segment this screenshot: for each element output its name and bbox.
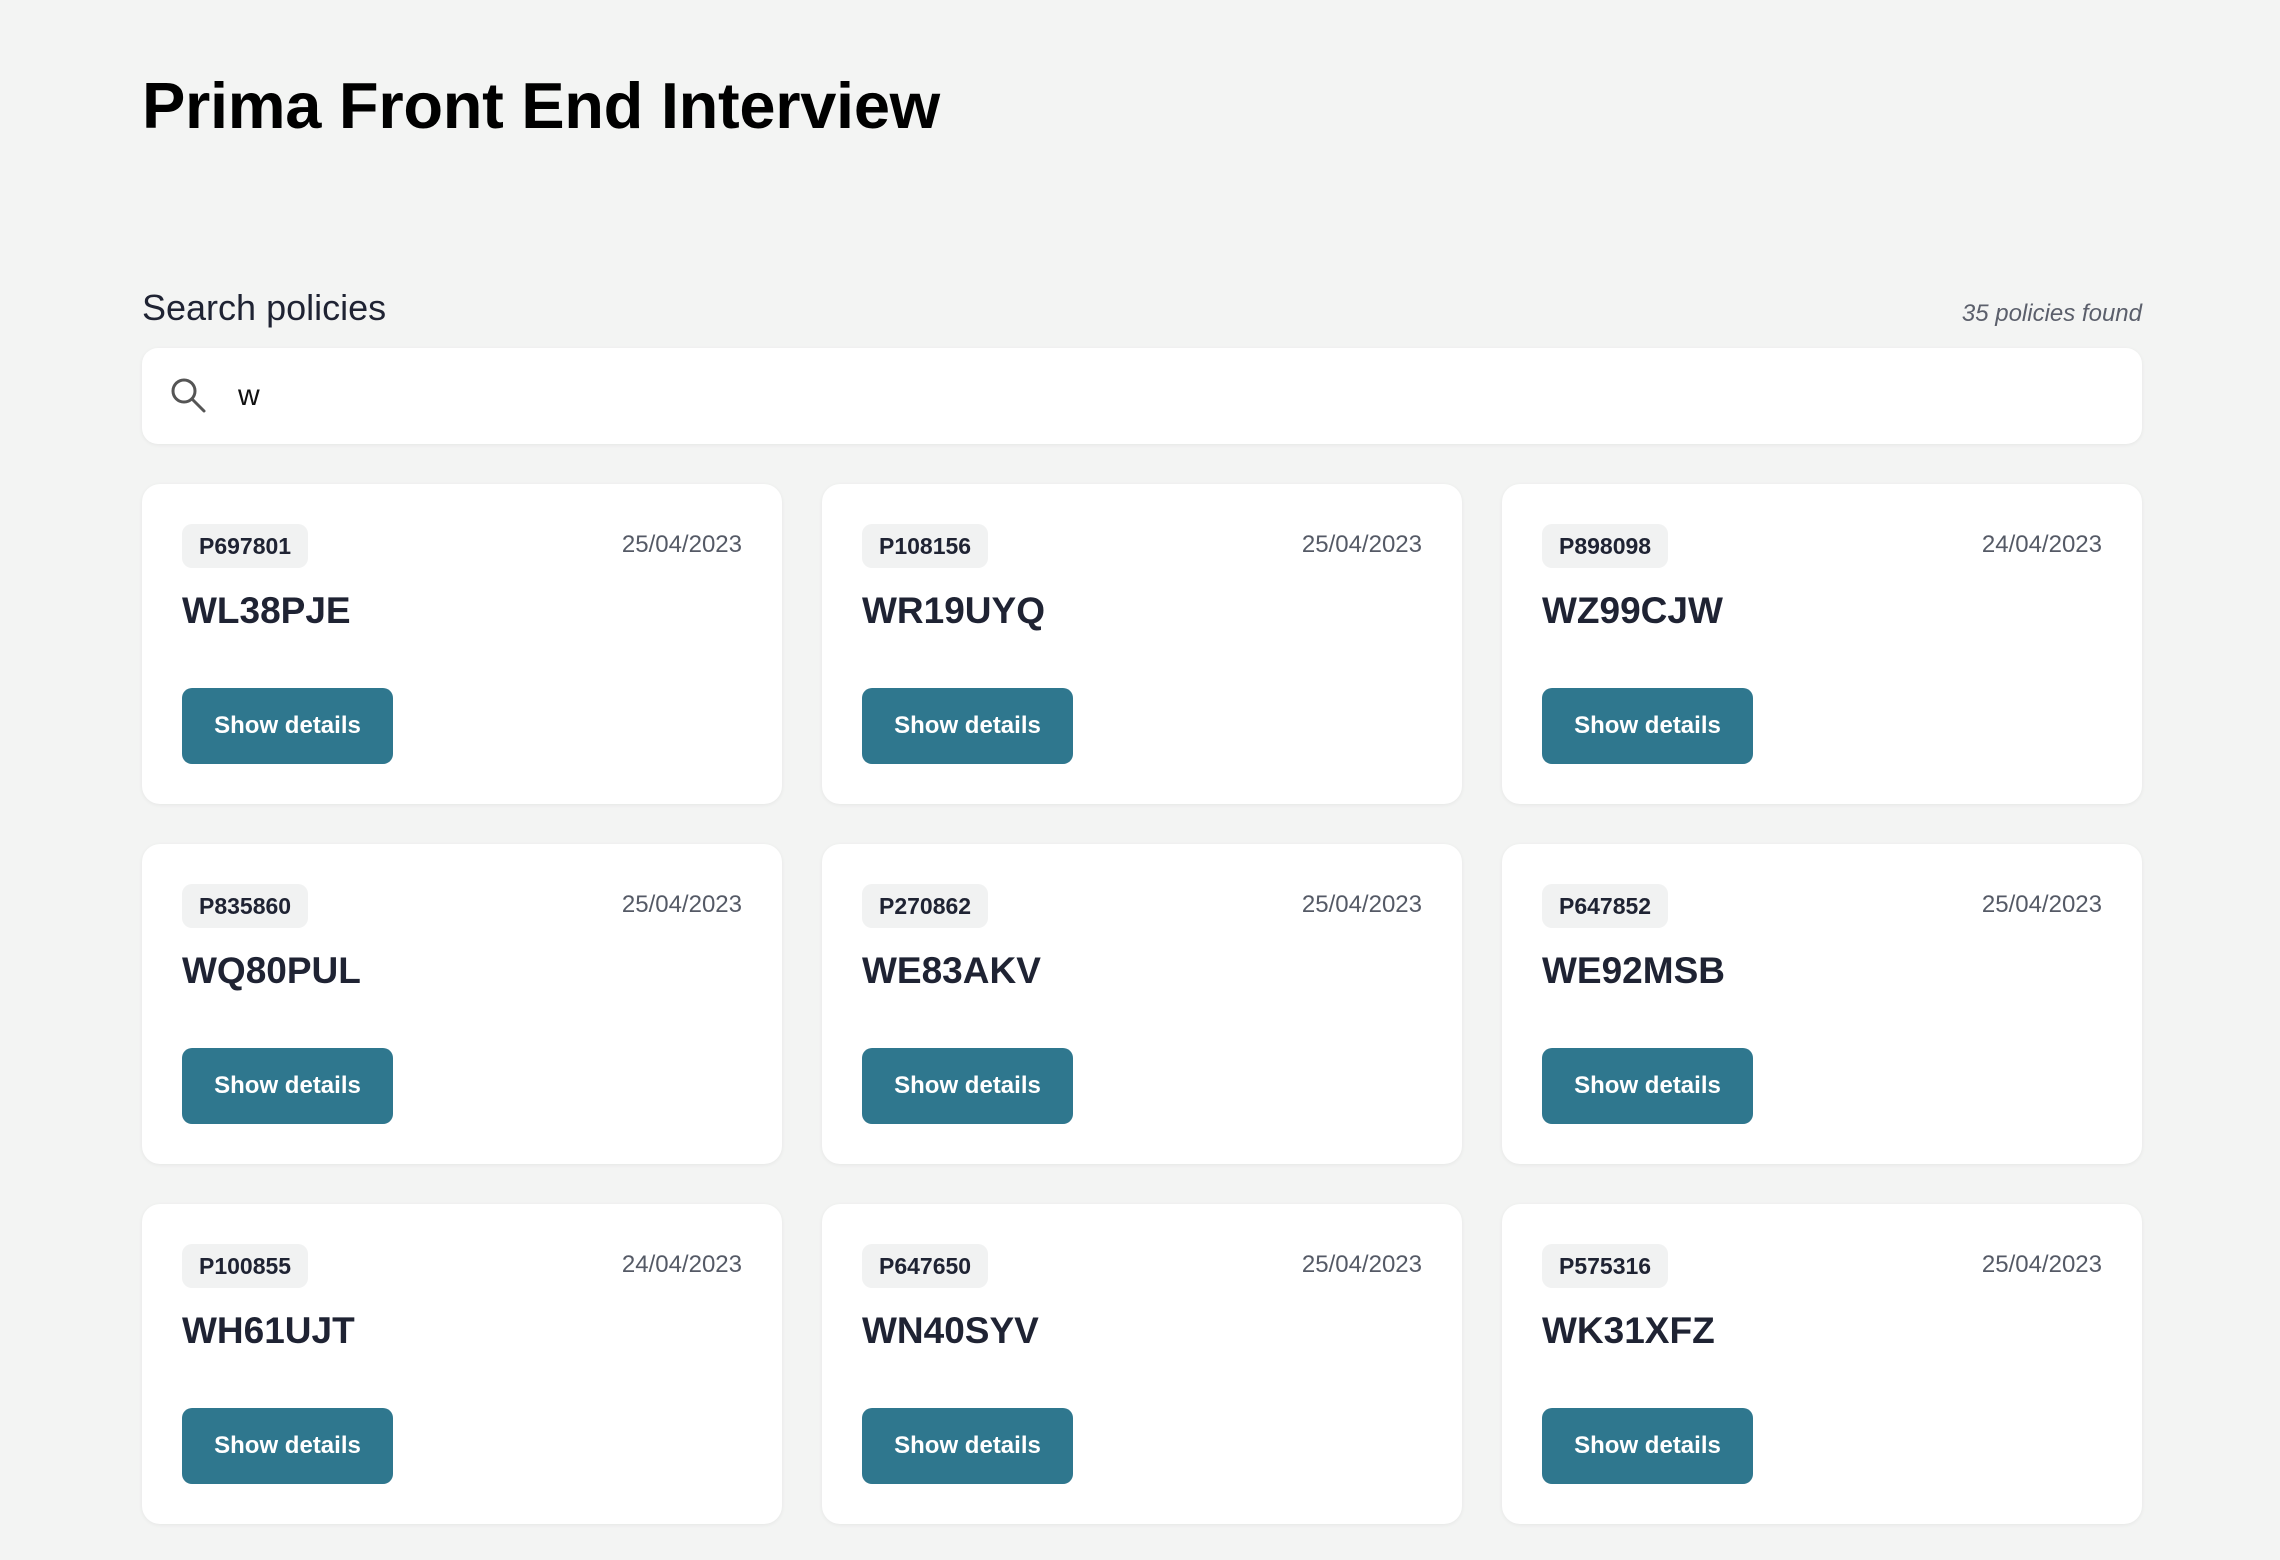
- vehicle-registration: WE83AKV: [862, 950, 1041, 991]
- show-details-button[interactable]: Show details: [862, 1048, 1073, 1124]
- show-details-button[interactable]: Show details: [1542, 1048, 1753, 1124]
- search-box[interactable]: [142, 348, 2142, 444]
- policy-date: 25/04/2023: [1981, 891, 2102, 918]
- policy-grid: P697801 25/04/2023 WL38PJE Show details …: [142, 484, 2142, 1524]
- show-details-button[interactable]: Show details: [1542, 1408, 1753, 1484]
- show-details-button[interactable]: Show details: [862, 1408, 1073, 1484]
- policy-date: 25/04/2023: [1981, 1251, 2102, 1278]
- policy-id-badge: P100855: [182, 1244, 309, 1288]
- vehicle-registration: WE92MSB: [1542, 950, 1725, 991]
- policy-id-badge: P835860: [182, 884, 309, 928]
- policy-card: P647852 25/04/2023 WE92MSB Show details: [1502, 844, 2142, 1164]
- search-label: Search policies: [142, 287, 387, 328]
- policy-card: P270862 25/04/2023 WE83AKV Show details: [822, 844, 1462, 1164]
- policy-date: 25/04/2023: [621, 891, 742, 918]
- vehicle-registration: WH61UJT: [182, 1310, 355, 1351]
- policy-card: P108156 25/04/2023 WR19UYQ Show details: [822, 484, 1462, 804]
- policy-card: P575316 25/04/2023 WK31XFZ Show details: [1502, 1204, 2142, 1524]
- results-count: 35 policies found: [1961, 300, 2142, 327]
- vehicle-registration: WZ99CJW: [1542, 590, 1723, 631]
- vehicle-registration: WK31XFZ: [1542, 1310, 1715, 1351]
- policy-id-badge: P108156: [862, 524, 989, 568]
- policy-id-badge: P898098: [1542, 524, 1669, 568]
- policy-id-badge: P647650: [862, 1244, 989, 1288]
- show-details-button[interactable]: Show details: [182, 688, 393, 764]
- vehicle-registration: WQ80PUL: [182, 950, 361, 991]
- search-icon: [171, 378, 206, 413]
- policy-date: 24/04/2023: [621, 1251, 742, 1278]
- search-input[interactable]: [238, 368, 2118, 424]
- policy-date: 25/04/2023: [1301, 891, 1422, 918]
- show-details-button[interactable]: Show details: [862, 688, 1073, 764]
- policy-id-badge: P270862: [862, 884, 989, 928]
- policy-id-badge: P647852: [1542, 884, 1669, 928]
- policy-card: P835860 25/04/2023 WQ80PUL Show details: [142, 844, 782, 1164]
- policy-date: 25/04/2023: [1301, 1251, 1422, 1278]
- vehicle-registration: WR19UYQ: [862, 590, 1045, 631]
- page-title: Prima Front End Interview: [142, 69, 940, 142]
- show-details-button[interactable]: Show details: [1542, 688, 1753, 764]
- policy-id-badge: P697801: [182, 524, 309, 568]
- vehicle-registration: WL38PJE: [182, 590, 351, 631]
- show-details-button[interactable]: Show details: [182, 1408, 393, 1484]
- policy-card: P100855 24/04/2023 WH61UJT Show details: [142, 1204, 782, 1524]
- show-details-button[interactable]: Show details: [182, 1048, 393, 1124]
- policy-id-badge: P575316: [1542, 1244, 1669, 1288]
- policy-date: 24/04/2023: [1981, 531, 2102, 558]
- policy-card: P898098 24/04/2023 WZ99CJW Show details: [1502, 484, 2142, 804]
- policy-card: P647650 25/04/2023 WN40SYV Show details: [822, 1204, 1462, 1524]
- policy-date: 25/04/2023: [1301, 531, 1422, 558]
- vehicle-registration: WN40SYV: [862, 1310, 1039, 1351]
- policy-date: 25/04/2023: [621, 531, 742, 558]
- policy-card: P697801 25/04/2023 WL38PJE Show details: [142, 484, 782, 804]
